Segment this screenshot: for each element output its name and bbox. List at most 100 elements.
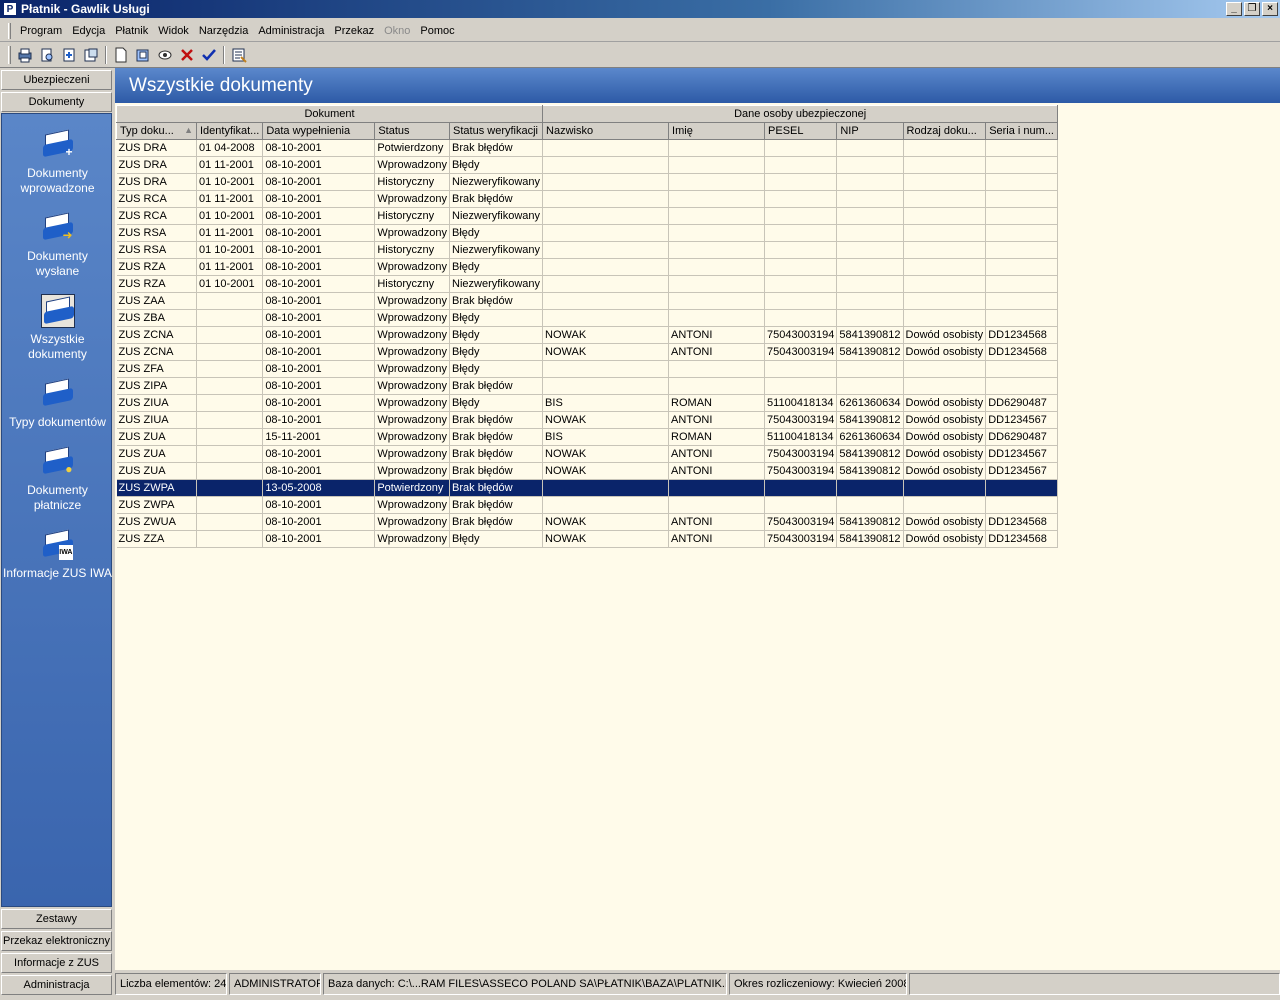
table-cell-rodzaj-dokumentu[interactable]: Dowód osobisty xyxy=(903,462,987,480)
table-cell-status-weryfikacji[interactable]: Błędy xyxy=(449,156,544,174)
table-cell-imie[interactable] xyxy=(668,258,766,276)
view-icon[interactable] xyxy=(154,44,176,66)
table-cell-typ-dokumentu[interactable]: ZUS ZUA xyxy=(116,462,197,480)
table-cell-status[interactable]: Historyczny xyxy=(374,207,451,225)
table-cell-status-weryfikacji[interactable]: Brak błędów xyxy=(449,445,544,463)
table-cell-imie[interactable] xyxy=(668,479,766,497)
table-cell-status[interactable]: Wprowadzony xyxy=(374,462,451,480)
table-cell-status-weryfikacji[interactable]: Brak błędów xyxy=(449,292,544,310)
table-cell-nip[interactable] xyxy=(836,479,904,497)
table-cell-data-wypelnienia[interactable]: 08-10-2001 xyxy=(262,241,376,259)
table-cell-seria-numer[interactable]: DD1234567 xyxy=(985,411,1059,429)
table-cell-typ-dokumentu[interactable]: ZUS RZA xyxy=(116,258,197,276)
table-cell-pesel[interactable]: 75043003194 xyxy=(764,411,838,429)
table-cell-imie[interactable]: ROMAN xyxy=(668,428,766,446)
table-cell-imie[interactable] xyxy=(668,241,766,259)
table-cell-status-weryfikacji[interactable]: Błędy xyxy=(449,343,544,361)
table-cell-nip[interactable] xyxy=(836,241,904,259)
delete-icon[interactable] xyxy=(176,44,198,66)
table-cell-status[interactable]: Historyczny xyxy=(374,275,451,293)
table-cell-seria-numer[interactable]: DD6290487 xyxy=(985,428,1059,446)
table-cell-seria-numer[interactable] xyxy=(985,241,1059,259)
menu-przekaz[interactable]: Przekaz xyxy=(329,23,379,39)
table-cell-nazwisko[interactable] xyxy=(542,241,670,259)
table-cell-nazwisko[interactable] xyxy=(542,360,670,378)
table-cell-identyfikator[interactable] xyxy=(196,496,264,514)
table-cell-pesel[interactable]: 75043003194 xyxy=(764,343,838,361)
table-row[interactable]: ZUS ZCNA 08-10-2001 Wprowadzony Błędy NOWAK A… xyxy=(116,326,1059,344)
table-cell-status[interactable]: Wprowadzony xyxy=(374,309,451,327)
table-cell-seria-numer[interactable] xyxy=(985,139,1059,157)
table-row[interactable]: ZUS DRA 01 10-2001 08-10-2001 Historyczny Ni… xyxy=(116,173,1059,191)
menu-administracja[interactable]: Administracja xyxy=(253,23,329,39)
table-cell-pesel[interactable] xyxy=(764,275,838,293)
table-cell-typ-dokumentu[interactable]: ZUS ZUA xyxy=(116,445,197,463)
table-cell-status-weryfikacji[interactable]: Brak błędów xyxy=(449,428,544,446)
table-cell-typ-dokumentu[interactable]: ZUS ZBA xyxy=(116,309,197,327)
table-cell-imie[interactable]: ANTONI xyxy=(668,513,766,531)
table-cell-identyfikator[interactable] xyxy=(196,343,264,361)
table-cell-nazwisko[interactable] xyxy=(542,496,670,514)
table-cell-rodzaj-dokumentu[interactable] xyxy=(903,479,987,497)
table-cell-nip[interactable] xyxy=(836,309,904,327)
table-cell-identyfikator[interactable] xyxy=(196,479,264,497)
table-cell-nazwisko[interactable] xyxy=(542,190,670,208)
table-cell-pesel[interactable] xyxy=(764,258,838,276)
table-cell-seria-numer[interactable]: DD1234568 xyxy=(985,530,1059,548)
sidebar-item-dokumenty-wyslane[interactable]: ➜ Dokumenty wysłane xyxy=(2,211,113,279)
table-row[interactable]: ZUS RCA 01 10-2001 08-10-2001 Historyczny Ni… xyxy=(116,207,1059,225)
new-document-icon[interactable] xyxy=(110,44,132,66)
table-cell-rodzaj-dokumentu[interactable]: Dowód osobisty xyxy=(903,530,987,548)
table-cell-data-wypelnienia[interactable]: 08-10-2001 xyxy=(262,411,376,429)
table-cell-pesel[interactable] xyxy=(764,496,838,514)
table-cell-identyfikator[interactable] xyxy=(196,309,264,327)
table-cell-typ-dokumentu[interactable]: ZUS RCA xyxy=(116,207,197,225)
table-cell-status-weryfikacji[interactable]: Błędy xyxy=(449,309,544,327)
table-cell-nazwisko[interactable]: NOWAK xyxy=(542,326,670,344)
table-cell-status-weryfikacji[interactable]: Błędy xyxy=(449,530,544,548)
table-row[interactable]: ZUS ZFA 08-10-2001 Wprowadzony Błędy xyxy=(116,360,1059,378)
table-cell-nip[interactable]: 5841390812 xyxy=(836,462,904,480)
table-cell-data-wypelnienia[interactable]: 08-10-2001 xyxy=(262,292,376,310)
table-cell-rodzaj-dokumentu[interactable] xyxy=(903,292,987,310)
table-cell-data-wypelnienia[interactable]: 08-10-2001 xyxy=(262,190,376,208)
table-cell-nip[interactable] xyxy=(836,224,904,242)
table-cell-typ-dokumentu[interactable]: ZUS ZCNA xyxy=(116,343,197,361)
report-icon[interactable] xyxy=(228,44,250,66)
table-cell-imie[interactable]: ANTONI xyxy=(668,530,766,548)
table-cell-status[interactable]: Wprowadzony xyxy=(374,530,451,548)
table-cell-status-weryfikacji[interactable]: Brak błędów xyxy=(449,377,544,395)
table-cell-status-weryfikacji[interactable]: Brak błędów xyxy=(449,139,544,157)
table-cell-status[interactable]: Wprowadzony xyxy=(374,411,451,429)
table-row[interactable]: ZUS DRA 01 11-2001 08-10-2001 Wprowadzony Bł… xyxy=(116,156,1059,174)
table-cell-status[interactable]: Wprowadzony xyxy=(374,428,451,446)
table-cell-identyfikator[interactable] xyxy=(196,377,264,395)
table-cell-pesel[interactable]: 51100418134 xyxy=(764,428,838,446)
table-cell-data-wypelnienia[interactable]: 08-10-2001 xyxy=(262,224,376,242)
table-cell-nip[interactable]: 5841390812 xyxy=(836,445,904,463)
table-cell-rodzaj-dokumentu[interactable]: Dowód osobisty xyxy=(903,411,987,429)
table-row[interactable]: ZUS ZUA 15-11-2001 Wprowadzony Brak błędów B… xyxy=(116,428,1059,446)
table-cell-identyfikator[interactable]: 01 10-2001 xyxy=(196,173,264,191)
table-cell-status[interactable]: Wprowadzony xyxy=(374,326,451,344)
sidebar-button-informacje-z-zus[interactable]: Informacje z ZUS xyxy=(1,953,112,973)
print-preview-icon[interactable] xyxy=(36,44,58,66)
table-cell-pesel[interactable]: 51100418134 xyxy=(764,394,838,412)
table-cell-pesel[interactable] xyxy=(764,292,838,310)
close-button[interactable]: × xyxy=(1262,2,1278,16)
table-cell-typ-dokumentu[interactable]: ZUS ZWPA xyxy=(116,479,197,497)
table-cell-seria-numer[interactable] xyxy=(985,173,1059,191)
table-cell-nip[interactable]: 5841390812 xyxy=(836,411,904,429)
table-row[interactable]: ZUS ZIUA 08-10-2001 Wprowadzony Błędy BIS ROM… xyxy=(116,394,1059,412)
import-icon[interactable] xyxy=(58,44,80,66)
minimize-button[interactable]: _ xyxy=(1226,2,1242,16)
column-header-seria-numer[interactable]: Seria i num... xyxy=(985,122,1059,140)
table-cell-data-wypelnienia[interactable]: 08-10-2001 xyxy=(262,377,376,395)
table-cell-typ-dokumentu[interactable]: ZUS ZWPA xyxy=(116,496,197,514)
table-cell-status-weryfikacji[interactable]: Brak błędów xyxy=(449,462,544,480)
table-cell-typ-dokumentu[interactable]: ZUS DRA xyxy=(116,139,197,157)
column-header-status[interactable]: Status xyxy=(374,122,451,140)
table-cell-pesel[interactable]: 75043003194 xyxy=(764,513,838,531)
table-row[interactable]: ZUS ZUA 08-10-2001 Wprowadzony Brak błędów N… xyxy=(116,445,1059,463)
table-cell-data-wypelnienia[interactable]: 08-10-2001 xyxy=(262,156,376,174)
